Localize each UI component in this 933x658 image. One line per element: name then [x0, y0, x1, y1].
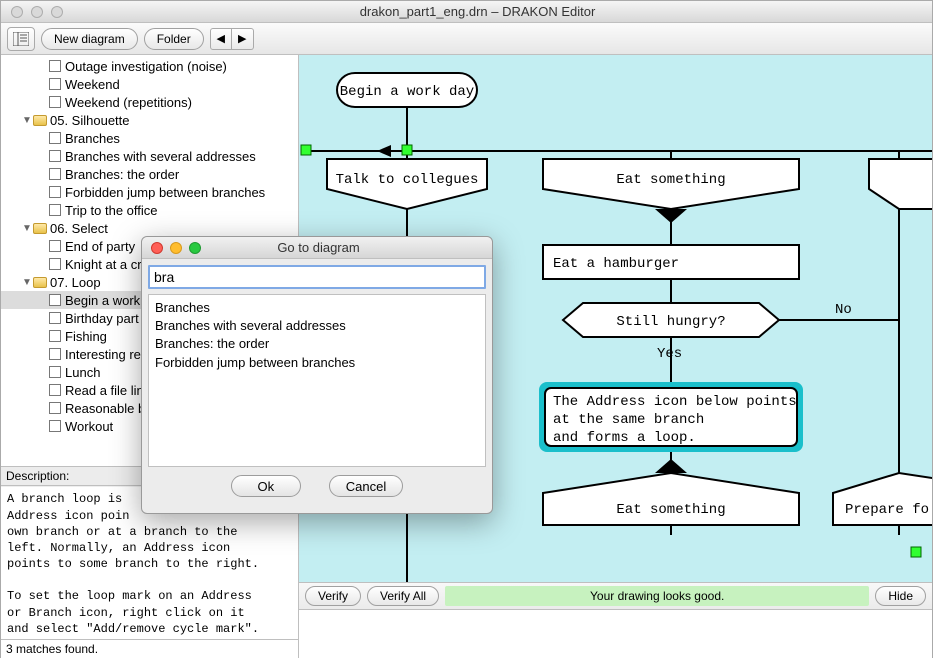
- tree-item-label: Weekend: [65, 77, 120, 92]
- verify-bar: Verify Verify All Your drawing looks goo…: [299, 582, 932, 610]
- document-icon: [49, 60, 61, 72]
- dialog-zoom-icon[interactable]: [189, 242, 201, 254]
- tree-item-label: Birthday part: [65, 311, 139, 326]
- new-diagram-button[interactable]: New diagram: [41, 28, 138, 50]
- window-title: drakon_part1_eng.drn – DRAKON Editor: [63, 4, 932, 19]
- shape-eat1: Eat something: [616, 172, 725, 188]
- shape-begin: Begin a work day: [340, 84, 474, 100]
- dialog-title: Go to diagram: [201, 240, 492, 255]
- tree-item-label: Begin a work: [65, 293, 140, 308]
- document-icon: [49, 132, 61, 144]
- document-icon: [49, 384, 61, 396]
- goto-results-list[interactable]: BranchesBranches with several addressesB…: [148, 294, 486, 467]
- log-area[interactable]: [299, 610, 932, 658]
- dialog-minimize-icon[interactable]: [170, 242, 182, 254]
- tree-item[interactable]: Branches with several addresses: [1, 147, 298, 165]
- tree-item-label: Weekend (repetitions): [65, 95, 192, 110]
- hide-button[interactable]: Hide: [875, 586, 926, 606]
- nav-back-button[interactable]: ◀: [210, 28, 232, 50]
- goto-result-item[interactable]: Branches with several addresses: [155, 317, 479, 335]
- dialog-close-icon[interactable]: [151, 242, 163, 254]
- tree-item-label: Forbidden jump between branches: [65, 185, 265, 200]
- folder-icon: [33, 115, 47, 126]
- document-icon: [49, 78, 61, 90]
- tree-item-label: Branches: the order: [65, 167, 179, 182]
- shape-talk: Talk to collegues: [336, 172, 479, 188]
- titlebar[interactable]: drakon_part1_eng.drn – DRAKON Editor: [1, 1, 932, 23]
- document-icon: [49, 348, 61, 360]
- tree-item-label: 07. Loop: [50, 275, 101, 290]
- document-icon: [49, 168, 61, 180]
- tree-folder[interactable]: ▼06. Select: [1, 219, 298, 237]
- document-icon: [49, 330, 61, 342]
- tree-item-label: Branches with several addresses: [65, 149, 256, 164]
- goto-search-input[interactable]: [148, 265, 486, 289]
- goto-diagram-dialog: Go to diagram BranchesBranches with seve…: [141, 236, 493, 514]
- tree-item-label: Branches: [65, 131, 120, 146]
- app-window: drakon_part1_eng.drn – DRAKON Editor New…: [0, 0, 933, 658]
- window-minimize-icon[interactable]: [31, 6, 43, 18]
- window-zoom-icon[interactable]: [51, 6, 63, 18]
- window-close-icon[interactable]: [11, 6, 23, 18]
- toggle-sidebar-icon[interactable]: [7, 27, 35, 51]
- verify-message: Your drawing looks good.: [445, 586, 869, 606]
- verify-button[interactable]: Verify: [305, 586, 361, 606]
- tree-item-label: Read a file lin: [65, 383, 144, 398]
- goto-result-item[interactable]: Branches: the order: [155, 335, 479, 353]
- tree-item-label: Interesting re: [65, 347, 141, 362]
- document-icon: [49, 204, 61, 216]
- note-l3: and forms a loop.: [553, 430, 696, 446]
- tree-item-label: Outage investigation (noise): [65, 59, 227, 74]
- shape-hungry: Still hungry?: [616, 314, 725, 330]
- dialog-ok-button[interactable]: Ok: [231, 475, 301, 497]
- tree-item-label: 05. Silhouette: [50, 113, 130, 128]
- document-icon: [49, 258, 61, 270]
- document-icon: [49, 366, 61, 378]
- tree-item-label: Fishing: [65, 329, 107, 344]
- tree-item[interactable]: Branches: [1, 129, 298, 147]
- dialog-cancel-button[interactable]: Cancel: [329, 475, 403, 497]
- document-icon: [49, 240, 61, 252]
- document-icon: [49, 294, 61, 306]
- note-l2: at the same branch: [553, 412, 704, 428]
- goto-result-item[interactable]: Forbidden jump between branches: [155, 354, 479, 372]
- document-icon: [49, 402, 61, 414]
- document-icon: [49, 186, 61, 198]
- folder-icon: [33, 277, 47, 288]
- document-icon: [49, 96, 61, 108]
- verify-all-button[interactable]: Verify All: [367, 586, 439, 606]
- tree-item[interactable]: Weekend (repetitions): [1, 93, 298, 111]
- tree-item[interactable]: Trip to the office: [1, 201, 298, 219]
- tree-item-label: 06. Select: [50, 221, 108, 236]
- folder-icon: [33, 223, 47, 234]
- tree-item-label: End of party: [65, 239, 135, 254]
- status-bar: 3 matches found.: [1, 639, 298, 658]
- label-yes: Yes: [657, 346, 682, 362]
- tree-item[interactable]: Weekend: [1, 75, 298, 93]
- tree-item[interactable]: Forbidden jump between branches: [1, 183, 298, 201]
- tree-item-label: Workout: [65, 419, 113, 434]
- document-icon: [49, 420, 61, 432]
- shape-hamburger: Eat a hamburger: [553, 256, 679, 272]
- tree-item[interactable]: Outage investigation (noise): [1, 57, 298, 75]
- folder-button[interactable]: Folder: [144, 28, 204, 50]
- note-l1: The Address icon below points: [553, 394, 797, 410]
- tree-item-label: Trip to the office: [65, 203, 158, 218]
- tree-folder[interactable]: ▼05. Silhouette: [1, 111, 298, 129]
- shape-eat2: Eat something: [616, 502, 725, 518]
- document-icon: [49, 312, 61, 324]
- tree-item-label: Reasonable b: [65, 401, 145, 416]
- toolbar: New diagram Folder ◀ ▶: [1, 23, 932, 55]
- shape-prepare: Prepare fo: [845, 502, 929, 518]
- document-icon: [49, 150, 61, 162]
- tree-item-label: Knight at a cr: [65, 257, 142, 272]
- goto-result-item[interactable]: Branches: [155, 299, 479, 317]
- tree-item-label: Lunch: [65, 365, 100, 380]
- label-no: No: [835, 302, 852, 318]
- nav-forward-button[interactable]: ▶: [232, 28, 254, 50]
- tree-item[interactable]: Branches: the order: [1, 165, 298, 183]
- dialog-titlebar[interactable]: Go to diagram: [142, 237, 492, 259]
